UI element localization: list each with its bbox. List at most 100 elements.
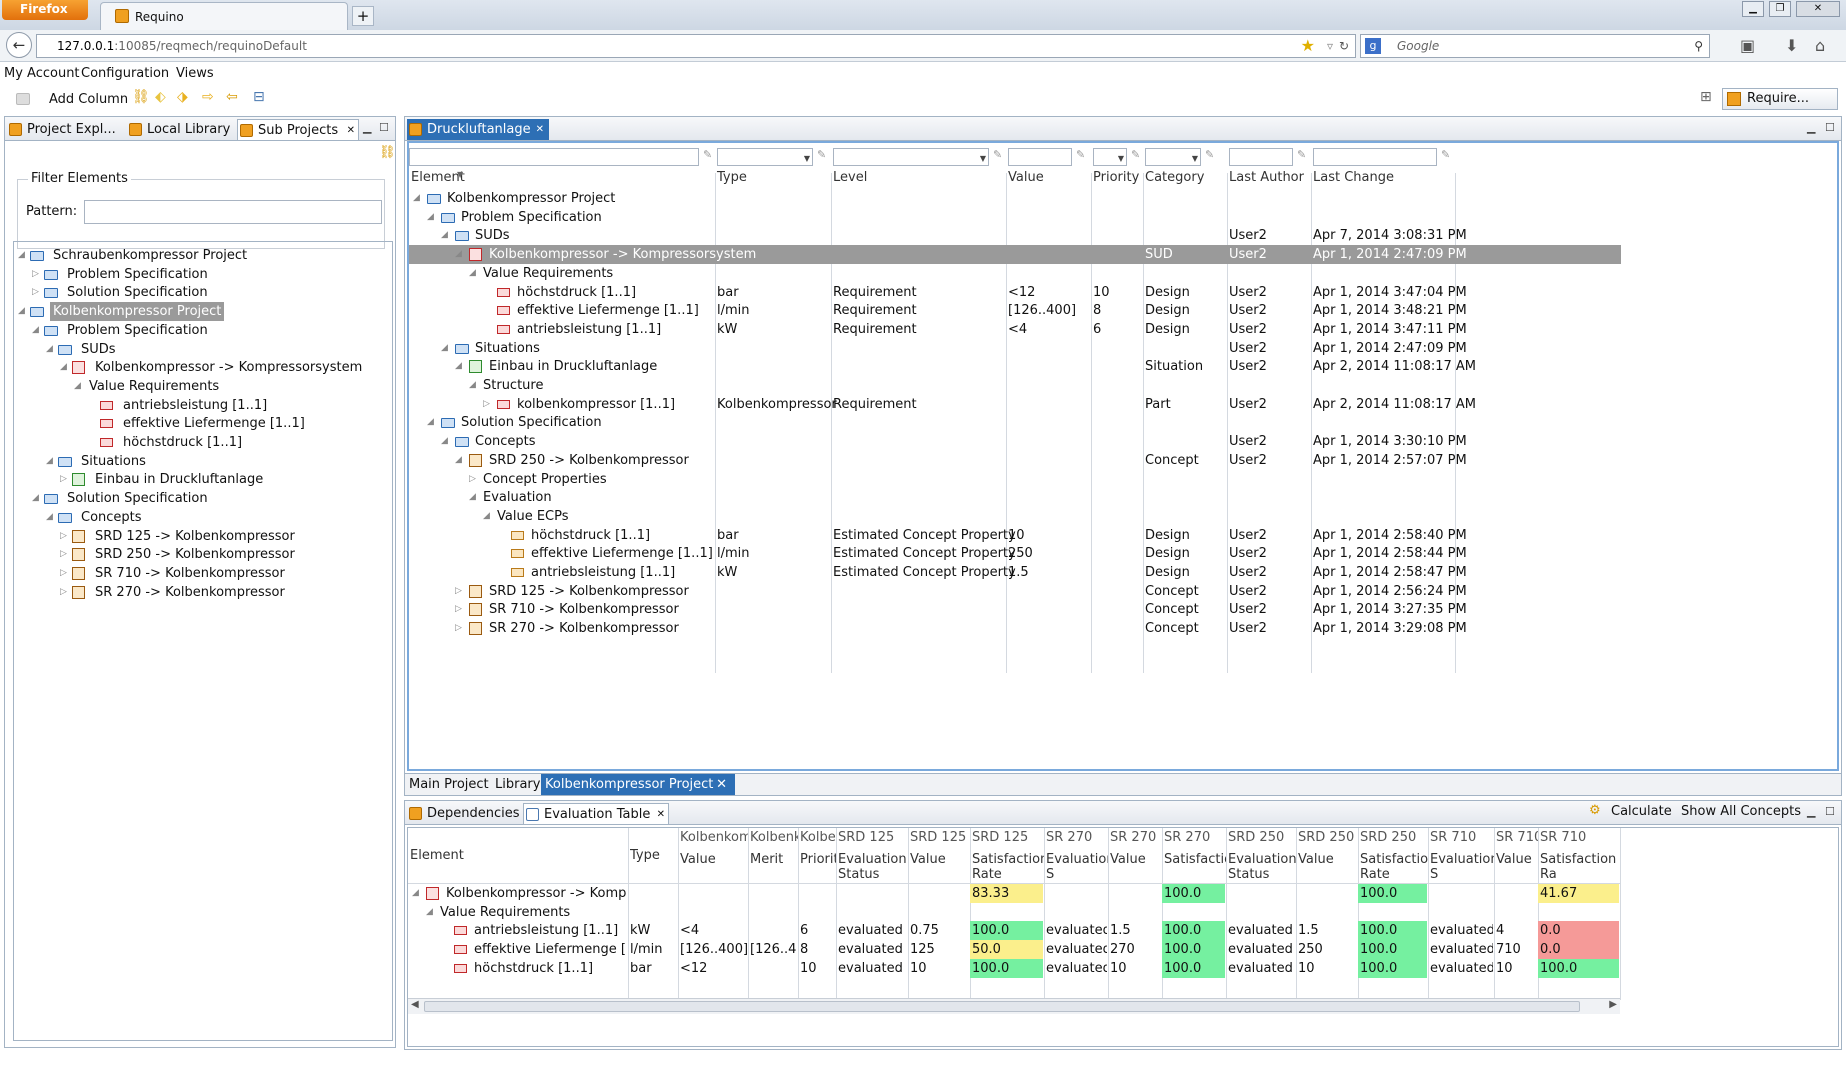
tree-item[interactable]: ▷ Problem Specification bbox=[14, 265, 390, 284]
collapse-arrow-icon[interactable]: ◢ bbox=[441, 432, 449, 451]
collapse-arrow-icon[interactable]: ◢ bbox=[60, 358, 68, 377]
collapse-arrow-icon[interactable]: ◢ bbox=[441, 339, 449, 358]
filter-clear-icon[interactable]: ✎ bbox=[817, 148, 826, 161]
tree-item[interactable]: antriebsleistung [1..1] bbox=[14, 396, 390, 415]
eval-row[interactable]: antriebsleistung [1..1] kW <4 6 evaluated 0.7… bbox=[408, 921, 1620, 941]
tags-icon[interactable]: ⬗ bbox=[177, 89, 188, 105]
dropdown-icon[interactable]: ▿ bbox=[1327, 35, 1333, 57]
collapse-arrow-icon[interactable]: ◢ bbox=[427, 208, 435, 227]
close-icon[interactable]: ✕ bbox=[657, 804, 665, 825]
column-header[interactable]: Value bbox=[680, 852, 748, 867]
grid-row[interactable]: ◢ SRD 250 -> Kolbenkompressor Concept User2… bbox=[409, 451, 1621, 470]
column-header[interactable]: Satisfaction Ra bbox=[1540, 852, 1620, 882]
grid-row[interactable]: ◢ SUDs User2 Apr 7, 2014 3:08:31 PM bbox=[409, 226, 1621, 245]
expand-arrow-icon[interactable]: ▷ bbox=[60, 545, 68, 564]
column-header[interactable]: Element bbox=[410, 848, 628, 863]
tree-item[interactable]: ◢ Kolbenkompressor Project bbox=[14, 302, 390, 322]
grid-row[interactable]: antriebsleistung [1..1] kW Requirement <4 6 D… bbox=[409, 320, 1621, 339]
filter-clear-icon[interactable]: ✎ bbox=[1205, 148, 1214, 161]
grid-row[interactable]: ◢ Evaluation bbox=[409, 488, 1621, 507]
collapse-arrow-icon[interactable]: ◢ bbox=[441, 226, 449, 245]
restore-window-icon[interactable]: ❐ bbox=[1769, 1, 1791, 17]
grid-row[interactable]: ◢ Solution Specification bbox=[409, 413, 1621, 432]
column-header[interactable]: Type bbox=[630, 848, 678, 863]
tag-icon[interactable]: ⬖ bbox=[155, 89, 166, 105]
grid-row[interactable]: ▷ SRD 125 -> Kolbenkompressor Concept User2… bbox=[409, 582, 1621, 601]
new-tab-button[interactable]: + bbox=[352, 6, 374, 26]
eval-row[interactable]: höchstdruck [1..1] bar <12 10 evaluated 10 100… bbox=[408, 958, 1620, 978]
expand-arrow-icon[interactable]: ▷ bbox=[483, 395, 491, 414]
tree-item[interactable]: ▷ SR 710 -> Kolbenkompressor bbox=[14, 564, 390, 583]
collapse-arrow-icon[interactable]: ◢ bbox=[455, 245, 463, 264]
scroll-left-icon[interactable]: ◀ bbox=[411, 999, 419, 1010]
collapse-arrow-icon[interactable]: ◢ bbox=[469, 376, 477, 395]
maximize-icon[interactable]: ☐ bbox=[1825, 805, 1835, 818]
grid-row[interactable]: ◢ Einbau in Druckluftanlage Situation User2… bbox=[409, 357, 1621, 376]
collapse-arrow-icon[interactable]: ◢ bbox=[46, 452, 54, 471]
grid-row[interactable]: ◢ Concepts User2 Apr 1, 2014 3:30:10 PM bbox=[409, 432, 1621, 451]
firefox-menu-button[interactable]: Firefox bbox=[2, 0, 88, 20]
tree-item[interactable]: ▷ SR 270 -> Kolbenkompressor bbox=[14, 583, 390, 602]
column-header-type[interactable]: Type bbox=[717, 170, 747, 185]
column-header-category[interactable]: Category bbox=[1145, 170, 1204, 185]
collapse-arrow-icon[interactable]: ◢ bbox=[18, 302, 26, 321]
column-header[interactable]: Evaluation S bbox=[1046, 852, 1108, 882]
expand-arrow-icon[interactable]: ▷ bbox=[60, 470, 68, 489]
grid-row[interactable]: effektive Liefermenge [1..1] l/min Estimat… bbox=[409, 544, 1621, 563]
column-header[interactable]: Evaluation S bbox=[1430, 852, 1494, 882]
column-filter-input[interactable]: ▼ bbox=[833, 148, 989, 166]
back-arrow-icon[interactable]: ← bbox=[6, 32, 32, 58]
close-icon[interactable]: ✕ bbox=[716, 777, 727, 792]
column-header[interactable]: Satisfaction bbox=[1164, 852, 1226, 867]
tree-item[interactable]: ▷ Einbau in Druckluftanlage bbox=[14, 470, 390, 489]
collapse-arrow-icon[interactable]: ◢ bbox=[427, 413, 435, 432]
tab-main-project[interactable]: Main Project bbox=[409, 777, 489, 792]
search-icon[interactable]: ⚲ bbox=[1694, 35, 1703, 57]
grid-row[interactable]: ◢ Value ECPs bbox=[409, 507, 1621, 526]
collapse-arrow-icon[interactable]: ◢ bbox=[412, 884, 420, 903]
search-box[interactable]: g Google ⚲ bbox=[1360, 34, 1710, 58]
grid-row[interactable]: ▷ kolbenkompressor [1..1] Kolbenkompressor… bbox=[409, 395, 1621, 414]
column-header-last-author[interactable]: Last Author bbox=[1229, 170, 1304, 185]
dropdown-arrow-icon[interactable]: ▼ bbox=[980, 154, 986, 163]
column-header-last-change[interactable]: Last Change bbox=[1313, 170, 1394, 185]
menu-my-account[interactable]: My Account bbox=[4, 66, 80, 81]
column-header-priority[interactable]: Priority bbox=[1093, 170, 1139, 185]
grid-row[interactable]: ◢ Value Requirements bbox=[409, 264, 1621, 283]
collapse-arrow-icon[interactable]: ◢ bbox=[455, 357, 463, 376]
collapse-arrow-icon[interactable]: ◢ bbox=[46, 508, 54, 527]
grid-row[interactable]: höchstdruck [1..1] bar Estimated Concept P… bbox=[409, 526, 1621, 545]
close-icon[interactable]: ✕ bbox=[536, 119, 544, 140]
collapse-arrow-icon[interactable]: ◢ bbox=[455, 451, 463, 470]
link-icon[interactable]: ⛓ bbox=[132, 89, 150, 105]
tab-druckluftanlage[interactable]: Druckluftanlage ✕ bbox=[407, 119, 549, 140]
grid-row[interactable]: ◢ Structure bbox=[409, 376, 1621, 395]
collapse-arrow-icon[interactable]: ◢ bbox=[18, 246, 26, 265]
scrollbar-thumb[interactable] bbox=[424, 1001, 1580, 1012]
require-perspective-button[interactable]: Require... bbox=[1722, 88, 1838, 110]
show-all-concepts-button[interactable]: Show All Concepts bbox=[1681, 804, 1801, 819]
url-bar[interactable]: 127.0.0.1:10085/reqmech/requinoDefault ★… bbox=[36, 34, 1356, 58]
dropdown-arrow-icon[interactable]: ▼ bbox=[1118, 154, 1124, 163]
grid-row[interactable]: höchstdruck [1..1] bar Requirement <12 10 Des… bbox=[409, 283, 1621, 302]
collapse-arrow-icon[interactable]: ◢ bbox=[426, 903, 434, 922]
tab-project-explorer[interactable]: Project Expl... bbox=[7, 119, 123, 140]
grid-row[interactable]: ▷ SR 270 -> Kolbenkompressor Concept User2 A… bbox=[409, 619, 1621, 638]
filter-clear-icon[interactable]: ✎ bbox=[993, 148, 1002, 161]
scroll-right-icon[interactable]: ▶ bbox=[1609, 999, 1617, 1010]
column-header[interactable]: Evaluation Status bbox=[838, 852, 908, 882]
column-header[interactable]: Evaluation Status bbox=[1228, 852, 1296, 882]
tree-item[interactable]: ◢ Value Requirements bbox=[14, 377, 390, 396]
column-filter-input[interactable]: ▼ bbox=[717, 148, 813, 166]
collapse-arrow-icon[interactable]: ◢ bbox=[469, 488, 477, 507]
collapse-arrow-icon[interactable]: ◢ bbox=[46, 340, 54, 359]
eval-row[interactable]: effektive Liefermenge [1..1]l/min [126..4… bbox=[408, 940, 1620, 960]
close-icon[interactable]: ✕ bbox=[347, 120, 355, 141]
minimize-icon[interactable]: ▁ bbox=[1807, 805, 1815, 818]
tree-item[interactable]: ◢ Problem Specification bbox=[14, 321, 390, 340]
column-filter-input[interactable]: ▼ bbox=[1145, 148, 1201, 166]
grid-row[interactable]: ▷ Concept Properties bbox=[409, 470, 1621, 489]
expand-arrow-icon[interactable]: ▷ bbox=[60, 564, 68, 583]
column-filter-input[interactable] bbox=[1008, 148, 1072, 166]
perspective-icon[interactable]: ⊞ bbox=[1700, 89, 1712, 105]
